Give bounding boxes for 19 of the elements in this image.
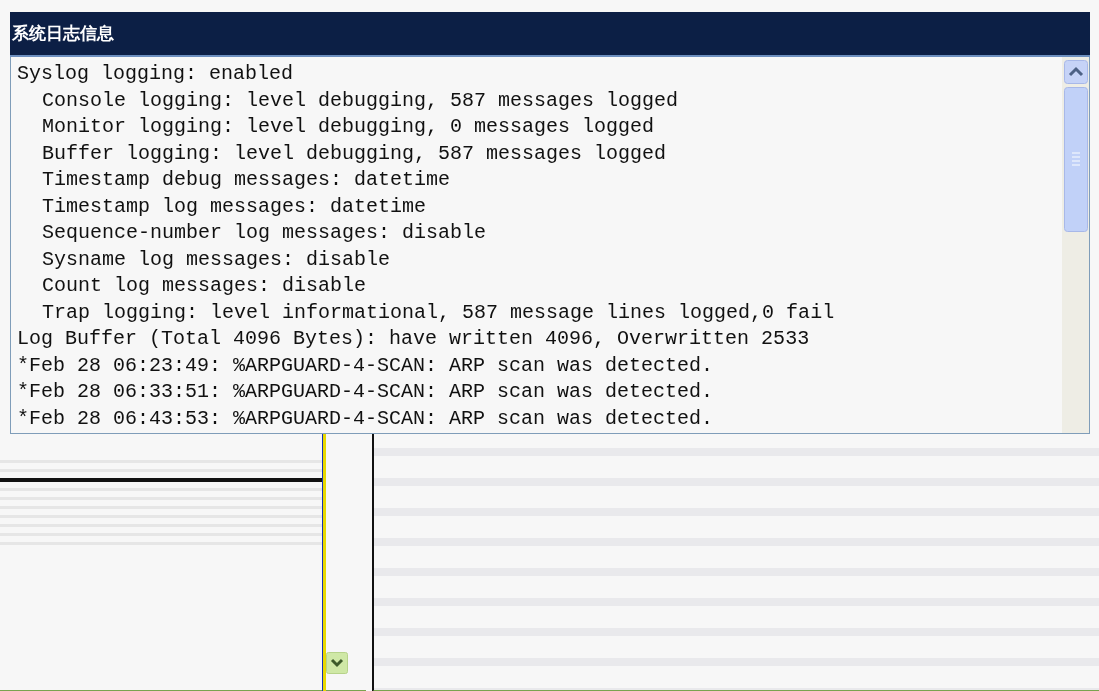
log-line: Count log messages: disable <box>41 273 368 299</box>
log-line: Monitor logging: level debugging, 0 messages logged <box>41 114 656 140</box>
panel-title: 系统日志信息 <box>10 12 1090 57</box>
scroll-down-icon[interactable] <box>326 652 348 674</box>
log-line: Sequence-number log messages: disable <box>41 220 488 246</box>
log-line: *Feb 28 06:43:53: %ARPGUARD-4-SCAN: ARP scan was detected. <box>17 405 715 432</box>
log-line: *Feb 28 06:23:49: %ARPGUARD-4-SCAN: ARP scan was detected. <box>17 352 715 379</box>
log-line: Console logging: level debugging, 587 messages logged <box>41 87 680 114</box>
scroll-up-icon[interactable] <box>1063 60 1088 84</box>
log-line: *Feb 28 06:33:51: %ARPGUARD-4-SCAN: ARP scan was detected. <box>17 379 715 405</box>
log-line: Trap logging: level informational, 587 message lines logged,0 fail <box>41 299 836 326</box>
log-line: Timestamp log messages: datetime <box>41 193 428 220</box>
scroll-thumb[interactable] <box>1063 87 1088 232</box>
log-line: Buffer logging: level debugging, 587 messages logged <box>41 140 668 167</box>
log-line: Timestamp debug messages: datetime <box>41 167 452 193</box>
scrollbar[interactable] <box>1062 57 1089 433</box>
log-line: Sysname log messages: disable <box>41 246 392 273</box>
log-line: Syslog logging: enabled <box>17 61 295 87</box>
log-line: Log Buffer (Total 4096 Bytes): have written 4096, Overwritten 2533 <box>17 326 811 352</box>
